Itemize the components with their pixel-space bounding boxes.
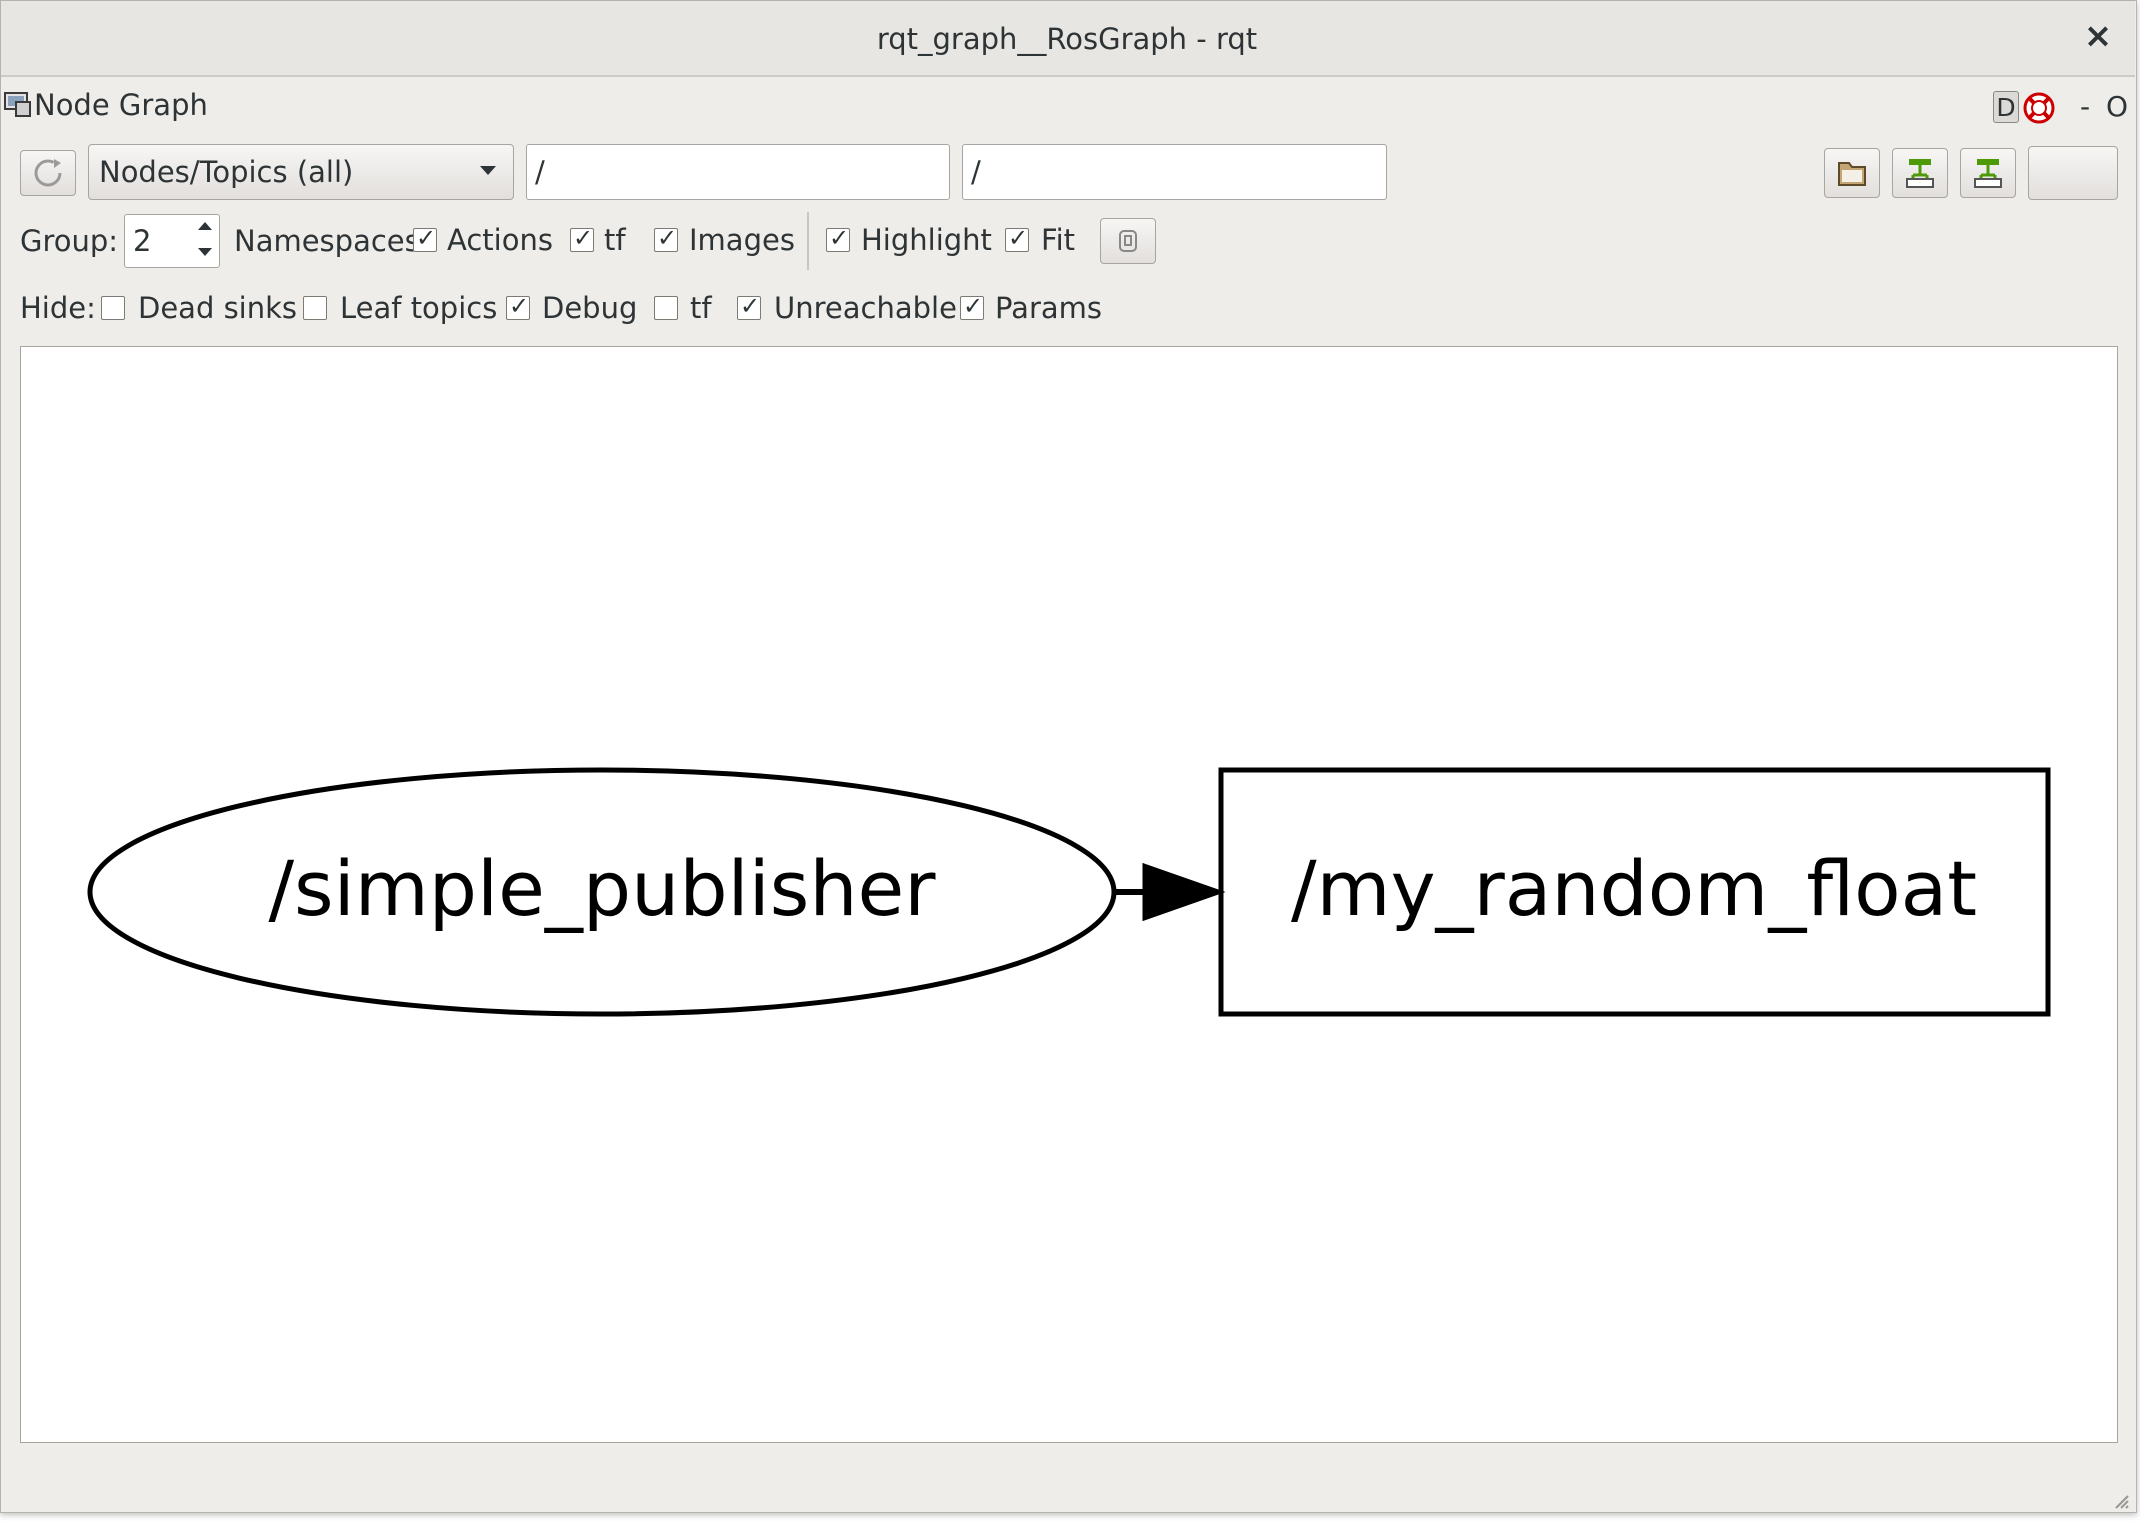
debug-checkbox[interactable]: ✓ [506, 292, 530, 320]
fit-view-icon [1119, 230, 1137, 252]
highlight-label: Highlight [861, 223, 992, 257]
close-plugin-button[interactable]: O [2106, 88, 2128, 126]
hide-tf-label: tf [690, 291, 712, 325]
save-dot-button[interactable] [1892, 148, 1948, 198]
open-file-icon [1838, 162, 1866, 186]
d-button[interactable]: D [1993, 91, 2019, 123]
tf-checkbox[interactable]: ✓ [570, 224, 594, 252]
chevron-down-icon [480, 166, 496, 175]
actions-label: Actions [447, 223, 553, 257]
graph-type-select[interactable]: Nodes/Topics (all) [88, 144, 514, 200]
leaf-topics-label: Leaf topics [340, 291, 498, 325]
resize-grip-icon[interactable] [2110, 1490, 2130, 1510]
group-label: Group: [20, 224, 119, 258]
save-dot-icon [1906, 159, 1934, 188]
spin-up-icon[interactable] [198, 222, 212, 230]
fit-label: Fit [1041, 223, 1075, 257]
topic-filter-input[interactable] [962, 144, 1387, 200]
leaf-topics-checkbox[interactable] [303, 296, 327, 320]
highlight-checkbox[interactable]: ✓ [826, 224, 850, 252]
save-image-button[interactable] [1960, 148, 2016, 198]
tf-label: tf [604, 223, 626, 257]
images-checkbox[interactable]: ✓ [654, 224, 678, 252]
unreachable-label: Unreachable [774, 291, 957, 325]
hide-tf-checkbox[interactable] [654, 296, 678, 320]
unreachable-checkbox[interactable]: ✓ [737, 292, 761, 320]
namespaces-label: Namespaces [234, 224, 420, 258]
actions-checkbox[interactable]: ✓ [413, 224, 437, 252]
separator [807, 212, 809, 270]
fit-checkbox[interactable]: ✓ [1005, 224, 1029, 252]
dead-sinks-checkbox[interactable] [101, 296, 125, 320]
fit-view-button[interactable] [1100, 218, 1156, 264]
dead-sinks-label: Dead sinks [138, 291, 298, 325]
window-icon [4, 92, 32, 118]
node-label: /simple_publisher [268, 844, 936, 933]
help-icon[interactable] [2022, 91, 2056, 125]
minimize-plugin-button[interactable]: - [2080, 88, 2090, 126]
hide-label: Hide: [20, 291, 96, 325]
refresh-icon [34, 159, 62, 187]
edge-arrowhead [1142, 862, 1226, 922]
topic-label: /my_random_float [1291, 844, 1977, 933]
images-label: Images [689, 223, 795, 257]
screenshot-button[interactable] [2028, 146, 2118, 200]
spin-down-icon[interactable] [198, 248, 212, 256]
params-label: Params [995, 291, 1103, 325]
graph-canvas[interactable]: /simple_publisher /my_random_float [20, 346, 2118, 1443]
params-checkbox[interactable]: ✓ [960, 292, 984, 320]
graph-view: /simple_publisher /my_random_float [87, 767, 2051, 1017]
window-title: rqt_graph__RosGraph - rqt [876, 22, 1258, 56]
save-image-icon [1974, 159, 2002, 188]
node-filter-input[interactable] [526, 144, 950, 200]
refresh-button[interactable] [20, 150, 76, 196]
open-file-button[interactable] [1824, 148, 1880, 198]
debug-label: Debug [542, 291, 638, 325]
close-icon[interactable]: × [2078, 16, 2118, 56]
plugin-title: Node Graph [34, 88, 208, 122]
